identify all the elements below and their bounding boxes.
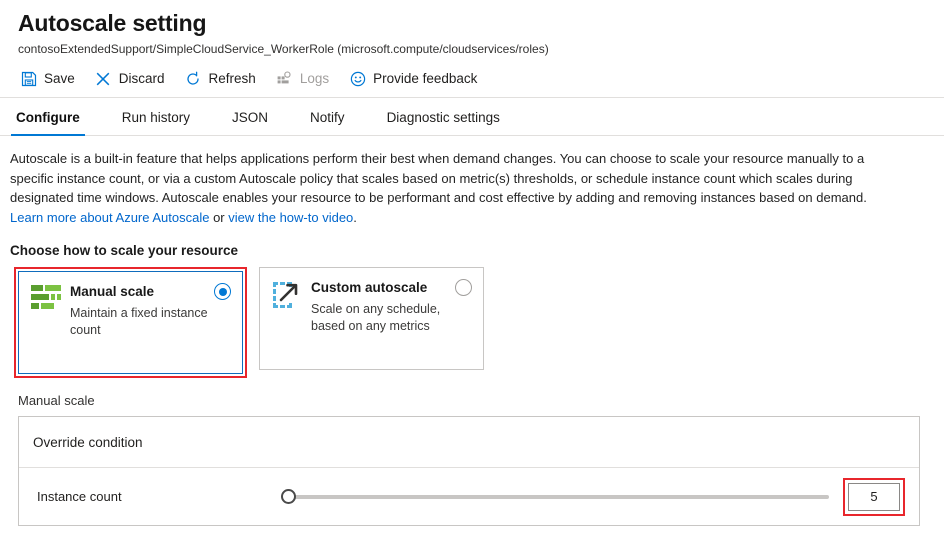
save-button-label: Save: [44, 70, 75, 88]
custom-autoscale-arrow-icon: [272, 279, 302, 369]
description-conjunction: or: [209, 210, 228, 225]
manual-scale-description: Maintain a fixed instance count: [70, 305, 209, 339]
slider-thumb[interactable]: [281, 489, 296, 504]
instance-count-label: Instance count: [37, 489, 281, 504]
tab-diagnostic-settings[interactable]: Diagnostic settings: [379, 107, 508, 135]
page-title: Autoscale setting: [18, 8, 944, 38]
manual-scale-highlight-box: Manual scale Maintain a fixed instance c…: [14, 267, 247, 378]
tab-run-history[interactable]: Run history: [114, 107, 198, 135]
provide-feedback-button[interactable]: Provide feedback: [349, 70, 477, 88]
manual-scale-radio[interactable]: [214, 283, 231, 300]
save-button[interactable]: Save: [20, 70, 75, 88]
discard-icon: [95, 71, 112, 88]
instance-count-row: Instance count: [19, 468, 919, 525]
page-header: Autoscale setting contosoExtendedSupport…: [0, 0, 944, 57]
resource-breadcrumb: contosoExtendedSupport/SimpleCloudServic…: [18, 41, 944, 57]
autoscale-description: Autoscale is a built-in feature that hel…: [0, 136, 944, 227]
save-icon: [20, 71, 37, 88]
logs-button-label: Logs: [300, 70, 329, 88]
learn-more-link[interactable]: Learn more about Azure Autoscale: [10, 210, 209, 225]
command-bar: Save Discard Refresh: [0, 57, 944, 97]
tab-notify[interactable]: Notify: [302, 107, 353, 135]
refresh-button-label: Refresh: [209, 70, 256, 88]
instance-count-input[interactable]: [848, 483, 900, 511]
custom-autoscale-title: Custom autoscale: [311, 279, 450, 297]
discard-button[interactable]: Discard: [95, 70, 165, 88]
scale-options-row: Manual scale Maintain a fixed instance c…: [0, 258, 944, 378]
discard-button-label: Discard: [119, 70, 165, 88]
manual-scale-bars-icon: [31, 283, 61, 373]
refresh-button[interactable]: Refresh: [185, 70, 256, 88]
override-condition-row: Override condition: [19, 417, 919, 468]
logs-icon: [276, 71, 293, 88]
manual-scale-panel-label: Manual scale: [0, 378, 944, 408]
tab-bar: Configure Run history JSON Notify Diagno…: [0, 98, 944, 136]
scale-choice-heading: Choose how to scale your resource: [0, 227, 944, 258]
description-text: Autoscale is a built-in feature that hel…: [10, 151, 867, 205]
scale-option-custom-autoscale[interactable]: Custom autoscale Scale on any schedule, …: [259, 267, 484, 370]
scale-option-manual-scale[interactable]: Manual scale Maintain a fixed instance c…: [18, 271, 243, 374]
slider-track: [289, 495, 829, 499]
tab-configure[interactable]: Configure: [8, 107, 88, 135]
manual-scale-title: Manual scale: [70, 283, 209, 301]
how-to-video-link[interactable]: view the how-to video: [228, 210, 353, 225]
custom-autoscale-wrap: Custom autoscale Scale on any schedule, …: [259, 267, 484, 370]
override-condition-label: Override condition: [33, 435, 143, 450]
custom-autoscale-text: Custom autoscale Scale on any schedule, …: [311, 279, 472, 369]
manual-scale-text: Manual scale Maintain a fixed instance c…: [70, 283, 231, 373]
tab-json[interactable]: JSON: [224, 107, 276, 135]
instance-count-highlight-box: [843, 478, 905, 516]
custom-autoscale-description: Scale on any schedule, based on any metr…: [311, 301, 450, 335]
feedback-smiley-icon: [349, 71, 366, 88]
description-period: .: [353, 210, 357, 225]
manual-scale-panel: Override condition Instance count: [18, 416, 920, 526]
logs-button[interactable]: Logs: [276, 70, 329, 88]
custom-autoscale-radio[interactable]: [455, 279, 472, 296]
instance-count-slider[interactable]: [281, 488, 829, 506]
provide-feedback-label: Provide feedback: [373, 70, 477, 88]
refresh-icon: [185, 71, 202, 88]
